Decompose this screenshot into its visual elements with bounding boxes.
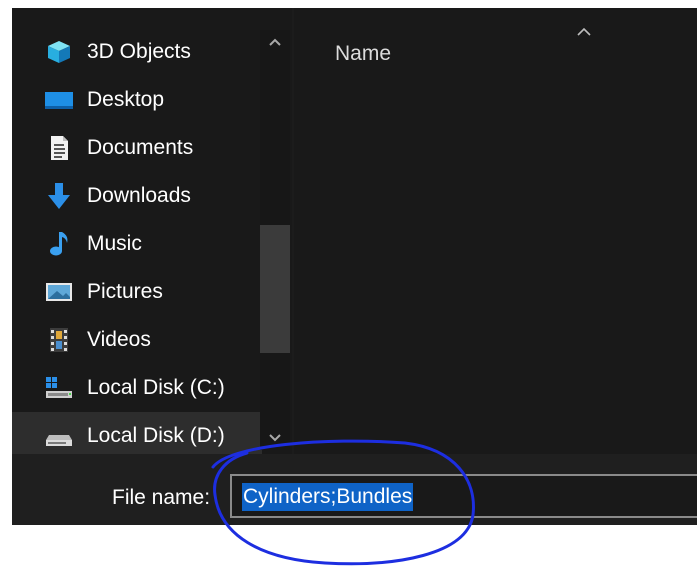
scroll-up-button[interactable] [260, 30, 290, 56]
nav-item-label: Downloads [87, 184, 191, 207]
download-arrow-icon [44, 183, 74, 209]
sort-up-icon [576, 24, 592, 42]
nav-item-documents[interactable]: Documents [12, 124, 262, 172]
nav-item-3d-objects[interactable]: 3D Objects [12, 28, 262, 76]
filename-value: Cylinders;Bundles [242, 483, 414, 511]
nav-item-label: Documents [87, 136, 194, 159]
nav-item-label: Music [87, 232, 142, 255]
nav-item-videos[interactable]: Videos [12, 316, 262, 364]
nav-item-label: 3D Objects [87, 40, 191, 63]
filename-bar: File name: Cylinders;Bundles [12, 454, 697, 525]
file-dialog: 3D Objects Desktop Documents Downloads M… [12, 8, 697, 525]
nav-item-local-disk-d[interactable]: Local Disk (D:) [12, 412, 262, 454]
file-list-pane[interactable]: Name [294, 8, 697, 454]
music-note-icon [44, 231, 74, 257]
filename-label: File name: [112, 486, 211, 509]
nav-item-downloads[interactable]: Downloads [12, 172, 262, 220]
scroll-down-button[interactable] [260, 426, 290, 452]
document-icon [44, 135, 74, 161]
desktop-icon [44, 87, 74, 113]
scroll-thumb[interactable] [260, 225, 290, 353]
nav-list: 3D Objects Desktop Documents Downloads M… [12, 28, 262, 454]
chevron-up-icon [268, 34, 282, 52]
nav-item-desktop[interactable]: Desktop [12, 76, 262, 124]
nav-item-local-disk-c[interactable]: Local Disk (C:) [12, 364, 262, 412]
nav-item-label: Desktop [87, 88, 165, 111]
filename-input[interactable]: Cylinders;Bundles [230, 474, 697, 518]
nav-item-label: Local Disk (D:) [87, 424, 225, 447]
windows-drive-icon [44, 375, 74, 401]
drive-icon [44, 423, 74, 449]
column-header-name[interactable]: Name [294, 8, 697, 78]
nav-item-label: Local Disk (C:) [87, 376, 225, 399]
column-header-label: Name [335, 42, 392, 65]
chevron-down-icon [268, 430, 282, 448]
picture-icon [44, 279, 74, 305]
nav-item-music[interactable]: Music [12, 220, 262, 268]
nav-item-label: Pictures [87, 280, 163, 303]
nav-item-label: Videos [87, 328, 151, 351]
cube-icon [44, 39, 74, 65]
nav-item-pictures[interactable]: Pictures [12, 268, 262, 316]
film-icon [44, 327, 74, 353]
nav-scrollbar[interactable] [260, 30, 290, 450]
navigation-pane: 3D Objects Desktop Documents Downloads M… [12, 8, 292, 454]
